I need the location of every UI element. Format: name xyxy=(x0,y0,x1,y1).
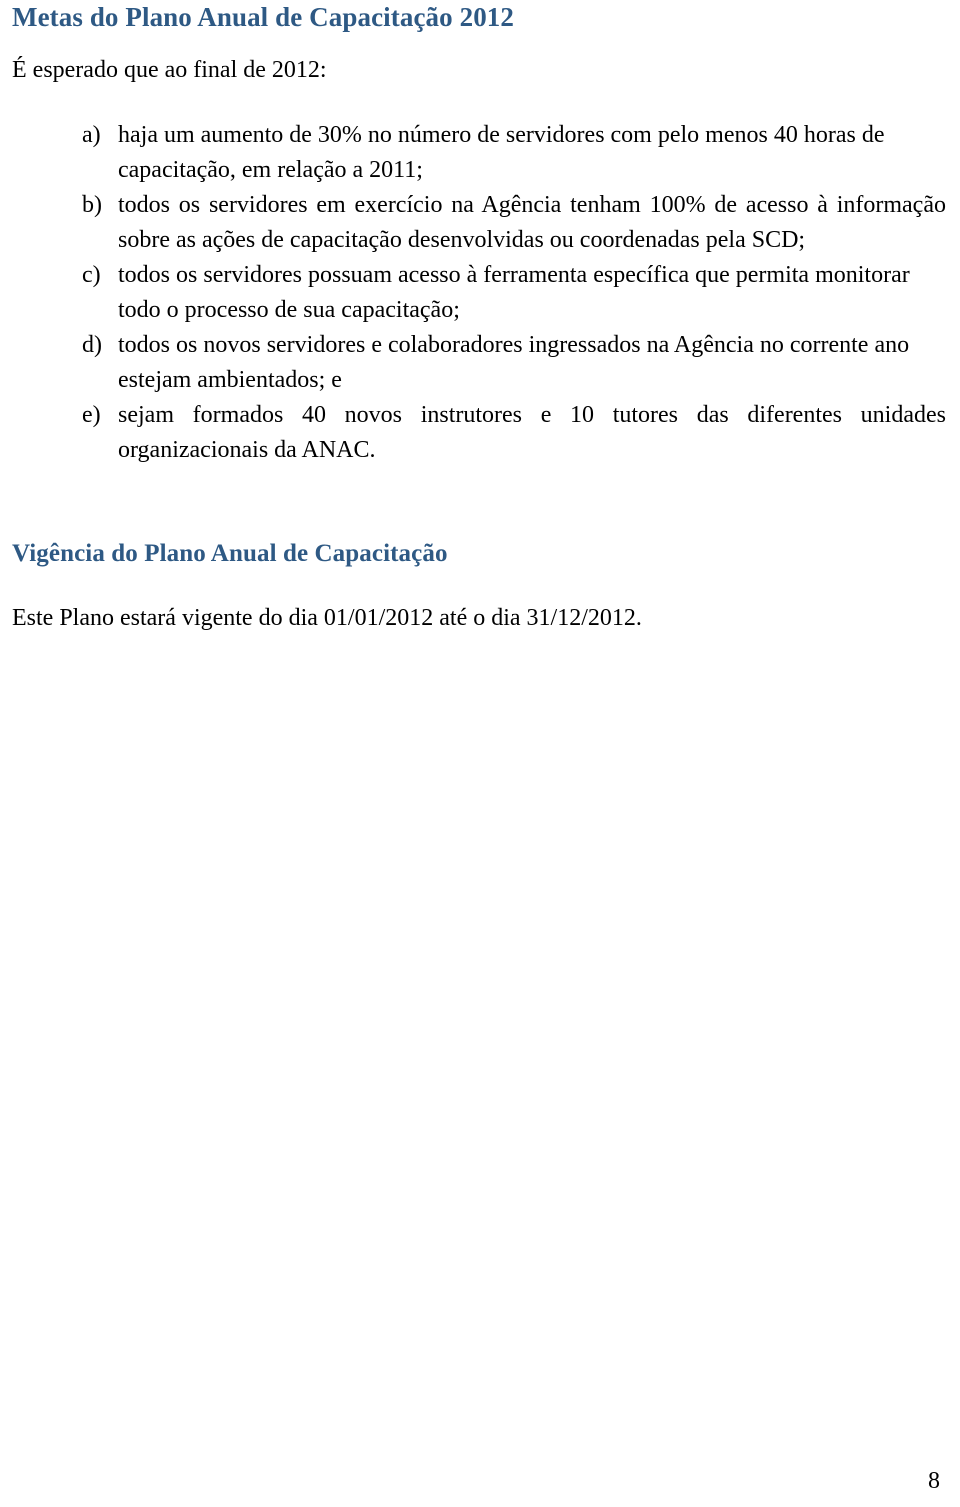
list-item-text: todos os servidores em exercício na Agên… xyxy=(118,192,946,253)
section-heading-vigencia: Vigência do Plano Anual de Capacitação xyxy=(12,540,448,567)
document-page: Metas do Plano Anual de Capacitação 2012… xyxy=(0,0,960,1507)
list-item-marker: c) xyxy=(82,262,101,288)
list-item-text: todos os servidores possuam acesso à fer… xyxy=(118,262,910,323)
list-item-marker: b) xyxy=(82,192,102,218)
goals-list: a) haja um aumento de 30% no número de s… xyxy=(12,118,946,468)
list-item: c) todos os servidores possuam acesso à … xyxy=(12,258,946,328)
list-item: e) sejam formados 40 novos instrutores e… xyxy=(12,398,946,468)
list-item-marker: e) xyxy=(82,402,101,428)
list-item-text: haja um aumento de 30% no número de serv… xyxy=(118,122,885,183)
list-item-text: sejam formados 40 novos instrutores e 10… xyxy=(118,402,946,463)
document-content: Metas do Plano Anual de Capacitação 2012… xyxy=(12,0,946,636)
closing-paragraph: Este Plano estará vigente do dia 01/01/2… xyxy=(12,605,642,631)
list-item-marker: d) xyxy=(82,332,102,358)
list-item: b) todos os servidores em exercício na A… xyxy=(12,188,946,258)
page-number: 8 xyxy=(928,1468,940,1494)
list-item-marker: a) xyxy=(82,122,101,148)
page-title: Metas do Plano Anual de Capacitação 2012 xyxy=(12,2,515,32)
list-item: a) haja um aumento de 30% no número de s… xyxy=(12,118,946,188)
list-item-text: todos os novos servidores e colaboradore… xyxy=(118,332,910,393)
list-item: d) todos os novos servidores e colaborad… xyxy=(12,328,946,398)
intro-paragraph: É esperado que ao final de 2012: xyxy=(12,57,327,83)
